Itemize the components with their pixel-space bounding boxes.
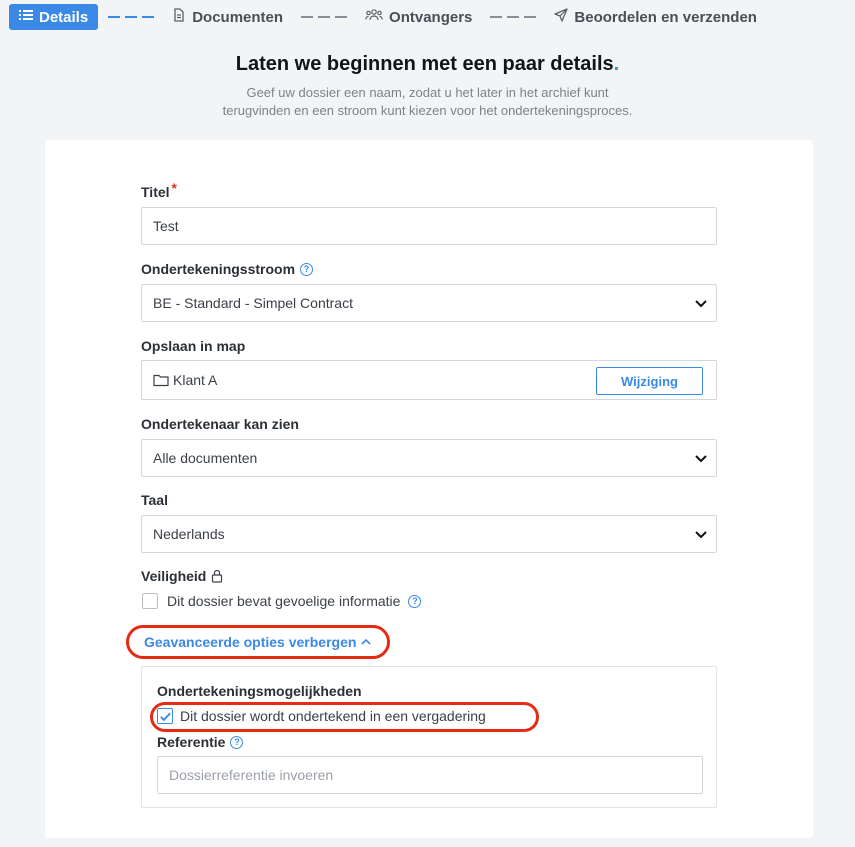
sensitive-info-label[interactable]: Dit dossier bevat gevoelige informatie — [167, 593, 400, 609]
folder-icon — [153, 374, 169, 387]
signing-options-label: Ondertekeningsmogelijkheden — [157, 683, 362, 699]
chevron-down-icon — [695, 300, 707, 308]
change-folder-button[interactable]: Wijziging — [596, 367, 703, 395]
step-details[interactable]: Details — [9, 4, 99, 30]
step-details-label: Details — [39, 8, 89, 26]
chevron-down-icon — [695, 531, 707, 539]
advanced-options-toggle[interactable]: Geavanceerde opties verbergen — [126, 625, 391, 659]
step-beoordelen-label: Beoordelen en verzenden — [574, 8, 757, 26]
chevron-down-icon — [695, 455, 707, 463]
list-icon — [19, 8, 33, 26]
signer-sees-select[interactable]: Alle documenten — [141, 439, 717, 477]
signing-flow-label: Ondertekeningsstroom ? — [141, 261, 314, 277]
step-connector — [301, 16, 348, 18]
help-icon[interactable]: ? — [408, 594, 422, 608]
lock-icon — [212, 569, 223, 583]
sensitive-info-row: Dit dossier bevat gevoelige informatie ? — [142, 593, 422, 609]
sensitive-info-checkbox[interactable] — [142, 593, 158, 609]
step-documenten[interactable]: Documenten — [164, 4, 291, 30]
step-documenten-label: Documenten — [192, 8, 284, 26]
advanced-options-panel: Ondertekeningsmogelijkheden Dit dossier … — [141, 666, 717, 808]
signer-sees-label: Ondertekenaar kan zien — [141, 416, 299, 432]
wizard-stepper: Details Documenten Ontvangers Beoordelen… — [9, 4, 847, 30]
folder-label: Opslaan in map — [141, 338, 246, 354]
page-title: Laten we beginnen met een paar details. — [235, 53, 620, 75]
step-connector — [108, 16, 155, 18]
step-beoordelen[interactable]: Beoordelen en verzenden — [546, 4, 765, 30]
title-input[interactable]: Test — [141, 207, 717, 245]
security-label: Veiligheid — [141, 568, 223, 584]
help-icon[interactable]: ? — [300, 262, 314, 276]
step-connector — [490, 16, 537, 18]
reference-input[interactable] — [157, 756, 703, 794]
page-subtitle: Geef uw dossier een naam, zodat u het la… — [222, 85, 633, 118]
step-ontvangers[interactable]: Ontvangers — [357, 4, 480, 30]
title-label: Titel * — [141, 180, 177, 200]
language-label: Taal — [141, 492, 168, 508]
required-marker: * — [171, 180, 177, 196]
folder-field: Klant A Wijziging — [141, 360, 717, 400]
language-select[interactable]: Nederlands — [141, 515, 717, 553]
users-icon — [365, 8, 383, 26]
help-icon[interactable]: ? — [230, 735, 244, 749]
document-icon — [172, 8, 186, 26]
step-ontvangers-label: Ontvangers — [389, 8, 473, 26]
details-form-card: Titel * Test Ondertekeningsstroom ? BE - … — [45, 140, 813, 838]
chevron-up-icon — [361, 638, 372, 645]
send-icon — [554, 8, 569, 26]
reference-label: Referentie ? — [157, 734, 244, 750]
annotation-highlight — [150, 702, 539, 732]
signing-flow-select[interactable]: BE - Standard - Simpel Contract — [141, 284, 717, 322]
